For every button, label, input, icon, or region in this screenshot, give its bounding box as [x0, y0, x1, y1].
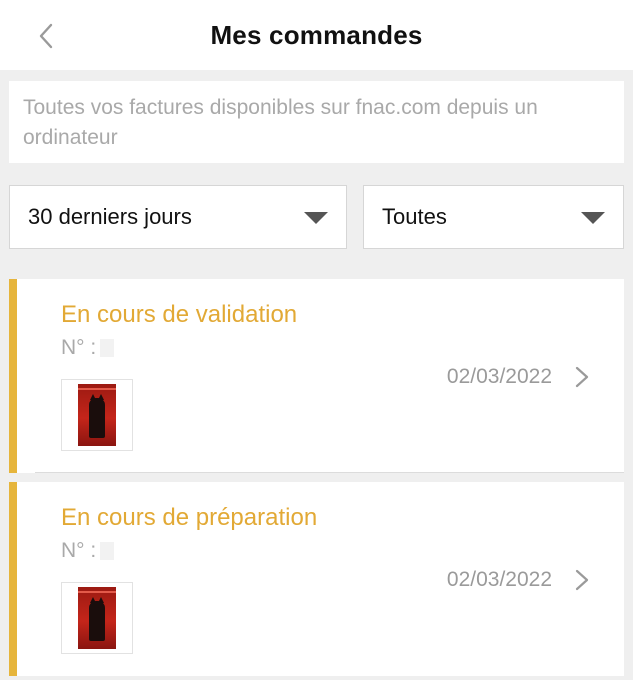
order-date: 02/03/2022 [446, 568, 552, 591]
order-card[interactable]: En cours de préparation N° : 02/03/2022 [9, 482, 624, 676]
product-thumbnail [61, 379, 133, 451]
status-filter-select[interactable]: Toutes [363, 185, 624, 249]
page-title: Mes commandes [210, 20, 423, 50]
card-divider [35, 472, 624, 473]
chevron-right-icon [575, 366, 589, 388]
caret-down-icon [304, 212, 328, 224]
movie-poster-icon [78, 384, 116, 446]
period-filter-select[interactable]: 30 derniers jours [9, 185, 347, 249]
product-thumbnail [61, 582, 133, 654]
order-status: En cours de préparation [61, 504, 318, 531]
caret-down-icon [581, 212, 605, 224]
order-card[interactable]: En cours de validation N° : 02/03/2022 [9, 279, 624, 473]
invoices-info-banner: Toutes vos factures disponibles sur fnac… [9, 81, 624, 163]
order-number-redacted [100, 542, 115, 560]
header-bar: Mes commandes [0, 0, 633, 70]
status-accent-bar [9, 482, 17, 676]
order-number-label: N° : [61, 539, 97, 562]
order-status: En cours de validation [61, 301, 298, 328]
order-number-label: N° : [61, 336, 97, 359]
period-filter-value: 30 derniers jours [28, 204, 192, 229]
status-accent-bar [9, 279, 17, 473]
order-date: 02/03/2022 [446, 365, 552, 388]
movie-poster-icon [78, 587, 116, 649]
order-number: N° : [61, 539, 115, 563]
order-number: N° : [61, 336, 115, 360]
status-filter-value: Toutes [382, 204, 447, 229]
orders-screen: Mes commandes Toutes vos factures dispon… [0, 0, 633, 680]
order-number-redacted [100, 339, 115, 357]
chevron-right-icon [575, 569, 589, 591]
